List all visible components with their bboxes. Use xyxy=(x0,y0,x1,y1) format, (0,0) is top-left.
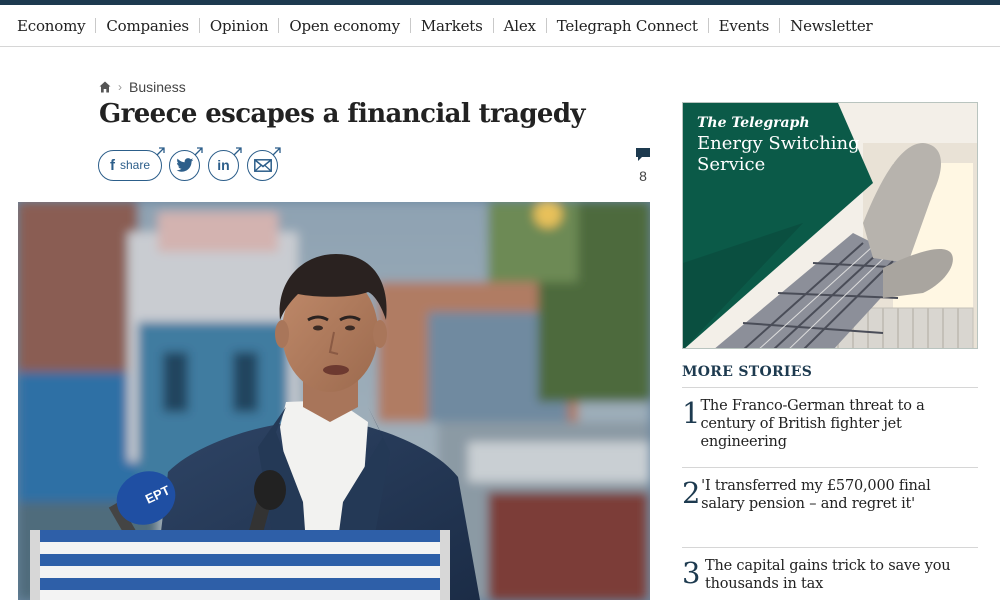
more-stories-heading: MORE STORIES xyxy=(682,364,813,380)
story-number: 2 xyxy=(682,476,701,510)
nav-divider xyxy=(198,18,200,33)
home-icon[interactable] xyxy=(99,81,111,93)
story-link[interactable]: 'I transferred my £570,000 final salary … xyxy=(701,477,978,513)
story-number: 1 xyxy=(682,396,701,430)
linkedin-share-button[interactable]: in xyxy=(208,146,242,181)
nav-divider xyxy=(409,18,411,33)
comments-button[interactable]: 8 xyxy=(632,147,654,184)
nav-divider xyxy=(95,18,97,33)
nav-item-opinion[interactable]: Opinion xyxy=(210,17,269,35)
share-bar: f share in xyxy=(98,146,286,181)
external-arrow-icon xyxy=(233,146,242,155)
facebook-icon: f xyxy=(109,156,115,174)
external-arrow-icon xyxy=(272,146,281,155)
story-link[interactable]: The capital gains trick to save you thou… xyxy=(705,557,978,593)
email-share-button[interactable] xyxy=(247,146,281,181)
facebook-share-button[interactable]: f share xyxy=(98,146,165,181)
nav-divider xyxy=(545,18,547,33)
story-item[interactable]: 1 The Franco-German threat to a century … xyxy=(682,397,978,451)
external-arrow-icon xyxy=(156,146,165,155)
nav-divider xyxy=(278,18,280,33)
linkedin-icon: in xyxy=(217,157,230,173)
nav-item-events[interactable]: Events xyxy=(719,17,770,35)
external-arrow-icon xyxy=(194,146,203,155)
nav-divider xyxy=(492,18,494,33)
divider xyxy=(682,467,978,468)
breadcrumb-section[interactable]: Business xyxy=(129,79,186,95)
nav-item-economy[interactable]: Economy xyxy=(17,17,86,35)
breadcrumb-separator: › xyxy=(118,80,122,94)
story-item[interactable]: 2 'I transferred my £570,000 final salar… xyxy=(682,477,978,513)
nav-item-open-economy[interactable]: Open economy xyxy=(289,17,400,35)
nav-item-alex[interactable]: Alex xyxy=(504,17,536,35)
divider xyxy=(682,547,978,548)
share-label: share xyxy=(119,158,151,172)
nav-item-companies[interactable]: Companies xyxy=(106,17,189,35)
envelope-icon xyxy=(253,158,272,172)
nav-divider xyxy=(779,18,781,33)
nav-item-newsletter[interactable]: Newsletter xyxy=(790,17,873,35)
article-headline: Greece escapes a financial tragedy xyxy=(99,99,586,129)
story-item[interactable]: 3 The capital gains trick to save you th… xyxy=(682,557,978,593)
story-number: 3 xyxy=(682,556,701,590)
section-nav: Economy Companies Opinion Open economy M… xyxy=(0,5,1000,47)
article-photo[interactable]: EPT xyxy=(18,202,650,600)
nav-divider xyxy=(707,18,709,33)
comment-bubble-icon xyxy=(636,148,650,161)
story-link[interactable]: The Franco-German threat to a century of… xyxy=(700,397,978,451)
twitter-share-button[interactable] xyxy=(169,146,203,181)
ad-brand-logo: The Telegraph xyxy=(697,115,810,131)
nav-item-markets[interactable]: Markets xyxy=(421,17,483,35)
breadcrumb: › Business xyxy=(99,77,186,97)
twitter-icon xyxy=(175,157,193,172)
divider xyxy=(682,387,978,388)
ad-title: Energy Switching Service xyxy=(697,133,860,175)
energy-switching-ad[interactable]: The Telegraph Energy Switching Service xyxy=(682,102,978,349)
comment-count: 8 xyxy=(639,168,647,184)
article-photo-image: EPT xyxy=(18,202,650,600)
nav-item-telegraph-connect[interactable]: Telegraph Connect xyxy=(557,17,698,35)
